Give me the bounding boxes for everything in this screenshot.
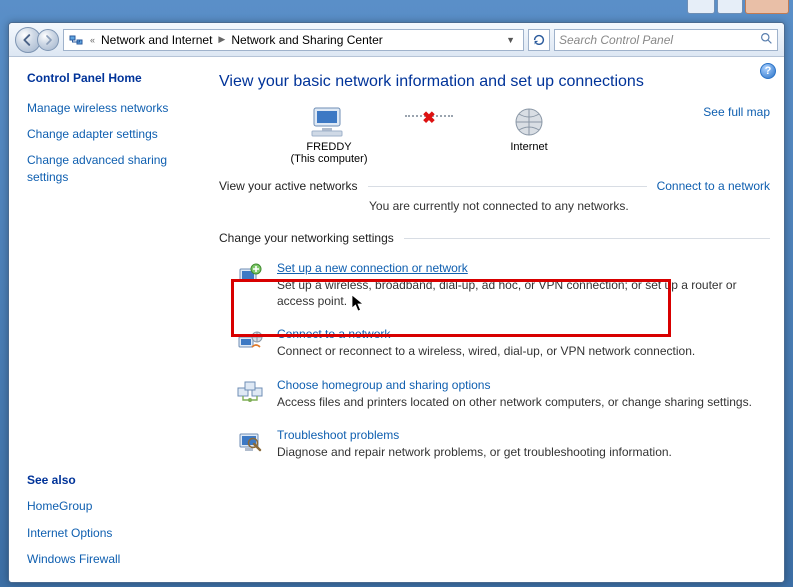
- setting-desc: Diagnose and repair network problems, or…: [277, 444, 766, 460]
- settings-list: Set up a new connection or network Set u…: [219, 251, 770, 468]
- map-connection-broken: ✖: [399, 103, 459, 117]
- computer-name: FREDDY: [259, 141, 399, 153]
- computer-icon: [259, 103, 399, 141]
- homegroup-icon: [235, 378, 265, 410]
- network-map: FREDDY (This computer) ✖ Internet: [259, 103, 770, 165]
- sidebar-link-adapter[interactable]: Change adapter settings: [27, 126, 197, 142]
- active-networks-status: You are currently not connected to any n…: [369, 199, 770, 213]
- search-placeholder: Search Control Panel: [559, 33, 673, 47]
- window-controls: [683, 0, 793, 14]
- nav-buttons: [15, 27, 59, 53]
- setting-title[interactable]: Connect to a network: [277, 327, 766, 341]
- content-area: Control Panel Home Manage wireless netwo…: [9, 57, 784, 582]
- maximize-button[interactable]: [717, 0, 743, 14]
- sidebar-link-firewall[interactable]: Windows Firewall: [27, 551, 197, 567]
- setting-desc: Connect or reconnect to a wireless, wire…: [277, 343, 766, 359]
- setting-desc: Set up a wireless, broadband, dial-up, a…: [277, 277, 766, 309]
- sidebar-home-link[interactable]: Control Panel Home: [27, 71, 197, 85]
- refresh-button[interactable]: [528, 29, 550, 51]
- map-node-internet: Internet: [459, 103, 599, 153]
- troubleshoot-icon: [235, 428, 265, 460]
- sidebar-link-advanced-sharing[interactable]: Change advanced sharing settings: [27, 152, 197, 184]
- breadcrumb-prefix: «: [88, 35, 97, 45]
- control-panel-window: « Network and Internet ▶ Network and Sha…: [8, 22, 785, 583]
- page-title: View your basic network information and …: [219, 73, 770, 91]
- active-networks-section: View your active networks Connect to a n…: [219, 179, 770, 193]
- change-settings-section: Change your networking settings: [219, 231, 770, 245]
- setting-title[interactable]: Set up a new connection or network: [277, 261, 766, 275]
- search-input[interactable]: Search Control Panel: [554, 29, 778, 51]
- see-full-map-link[interactable]: See full map: [703, 105, 770, 119]
- setting-homegroup[interactable]: Choose homegroup and sharing options Acc…: [219, 368, 770, 418]
- setting-desc: Access files and printers located on oth…: [277, 394, 766, 410]
- change-settings-label: Change your networking settings: [219, 231, 394, 245]
- close-button[interactable]: [745, 0, 789, 14]
- setting-connect-network[interactable]: Connect to a network Connect or reconnec…: [219, 317, 770, 367]
- disconnected-icon: ✖: [422, 108, 435, 128]
- globe-icon: [459, 103, 599, 141]
- minimize-button[interactable]: [687, 0, 715, 14]
- setup-connection-icon: [235, 261, 265, 309]
- connect-network-icon: [235, 327, 265, 359]
- setting-troubleshoot[interactable]: Troubleshoot problems Diagnose and repai…: [219, 418, 770, 468]
- internet-label: Internet: [459, 141, 599, 153]
- network-icon: [68, 32, 84, 48]
- setting-title[interactable]: Choose homegroup and sharing options: [277, 378, 766, 392]
- chevron-right-icon: ▶: [216, 34, 227, 45]
- setting-setup-connection[interactable]: Set up a new connection or network Set u…: [219, 251, 770, 317]
- connect-to-network-link[interactable]: Connect to a network: [657, 179, 770, 193]
- setting-title[interactable]: Troubleshoot problems: [277, 428, 766, 442]
- sidebar-see-also-label: See also: [27, 473, 197, 487]
- sidebar: Control Panel Home Manage wireless netwo…: [9, 57, 209, 582]
- address-bar[interactable]: « Network and Internet ▶ Network and Sha…: [63, 29, 524, 51]
- help-icon[interactable]: ?: [760, 63, 776, 79]
- address-dropdown[interactable]: ▼: [502, 35, 519, 45]
- breadcrumb-item[interactable]: Network and Sharing Center: [231, 33, 382, 47]
- computer-sub: (This computer): [259, 153, 399, 165]
- sidebar-link-internet-options[interactable]: Internet Options: [27, 525, 197, 541]
- sidebar-link-wireless[interactable]: Manage wireless networks: [27, 100, 197, 116]
- sidebar-link-homegroup[interactable]: HomeGroup: [27, 498, 197, 514]
- main-panel: ? View your basic network information an…: [209, 57, 784, 582]
- toolbar: « Network and Internet ▶ Network and Sha…: [9, 23, 784, 57]
- map-node-computer: FREDDY (This computer): [259, 103, 399, 165]
- search-icon: [760, 32, 773, 48]
- active-networks-label: View your active networks: [219, 179, 358, 193]
- breadcrumb-item[interactable]: Network and Internet: [101, 33, 212, 47]
- forward-button[interactable]: [37, 29, 59, 51]
